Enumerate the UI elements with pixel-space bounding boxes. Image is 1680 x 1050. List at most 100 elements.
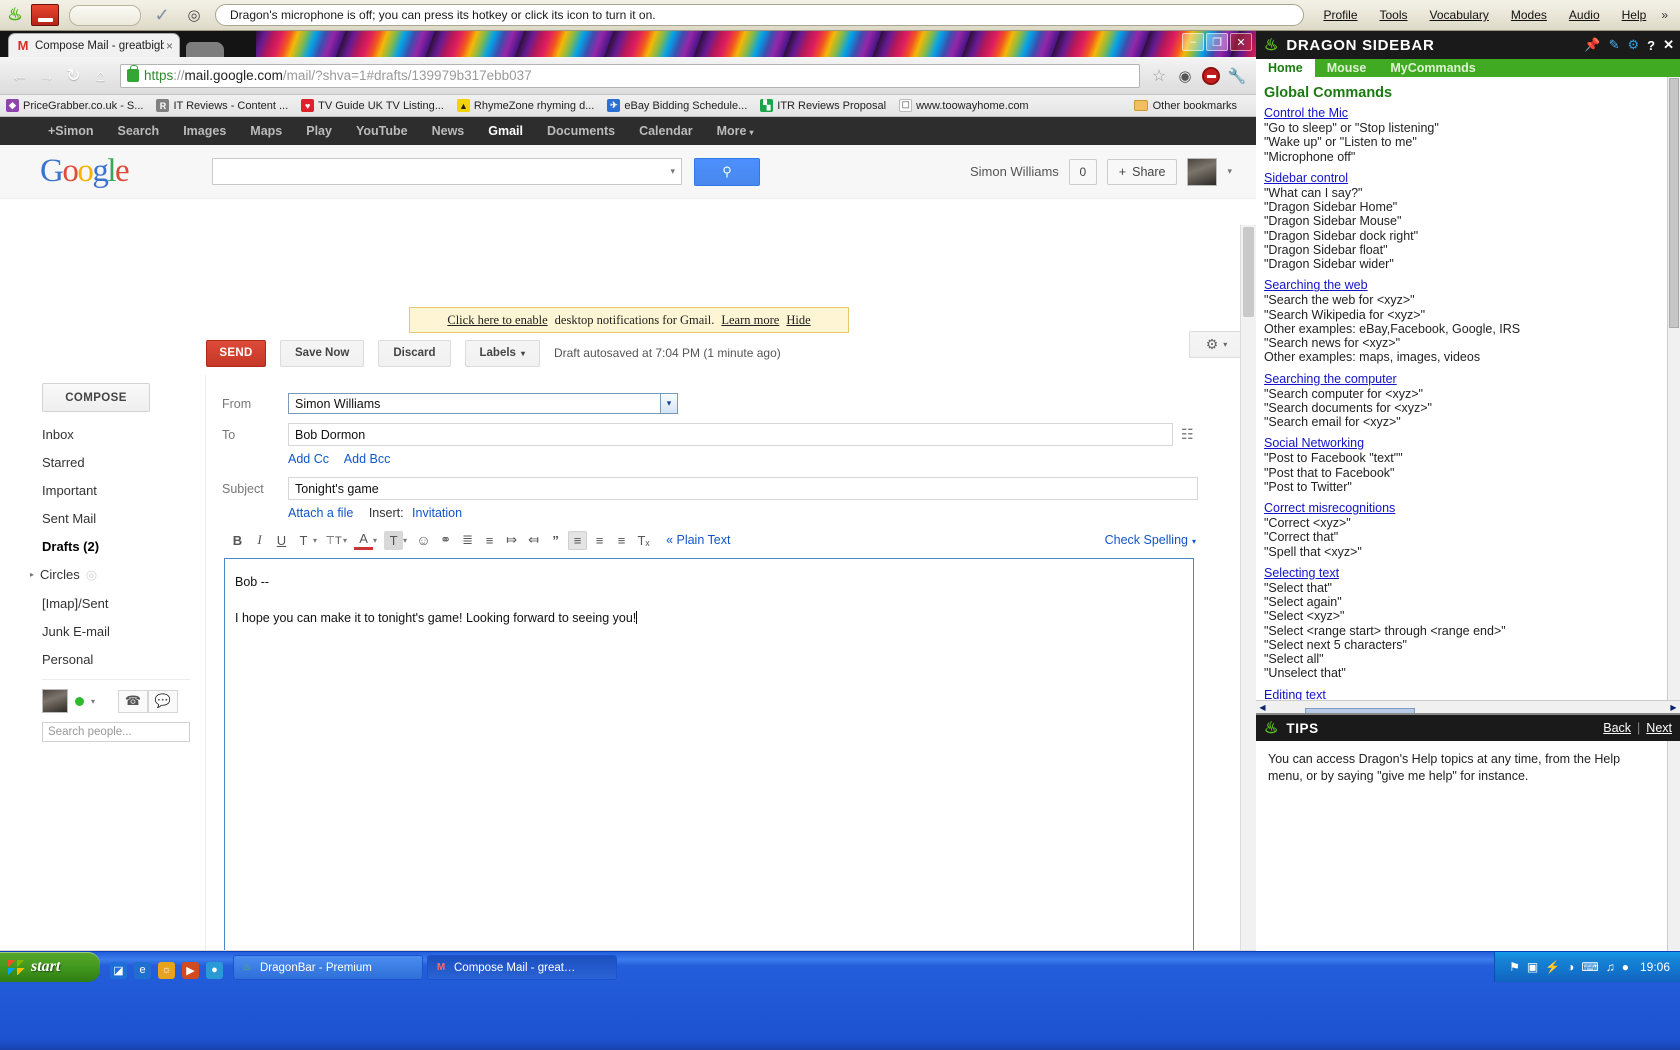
check-icon[interactable]: ✓ <box>147 3 177 27</box>
chevron-down-icon[interactable]: ▾ <box>313 536 317 545</box>
italic-button[interactable]: I <box>250 531 269 550</box>
other-bookmarks-folder[interactable]: Other bookmarks <box>1133 100 1237 112</box>
tips-back-link[interactable]: Back <box>1603 721 1631 735</box>
tab-home[interactable]: Home <box>1256 59 1315 77</box>
font-size-button[interactable]: ⊤T <box>324 531 343 550</box>
insert-invitation-link[interactable]: Invitation <box>412 506 462 520</box>
nav-gmail[interactable]: Gmail <box>476 124 535 138</box>
microphone-toggle-button[interactable] <box>31 4 59 26</box>
link-icon[interactable]: ⚭ <box>436 531 455 550</box>
media-icon[interactable]: ☼ <box>158 961 175 979</box>
nav-news[interactable]: News <box>420 124 477 138</box>
bookmark-item[interactable]: ♥ TV Guide UK TV Listing... <box>301 99 444 112</box>
scrollbar-thumb[interactable] <box>1305 708 1415 713</box>
nav-more[interactable]: More ▾ <box>705 124 766 138</box>
highlight-button[interactable]: T <box>384 530 404 550</box>
internet-explorer-icon[interactable]: e <box>134 961 151 979</box>
remove-formatting-button[interactable]: Tₓ <box>634 531 653 550</box>
outdent-button[interactable]: ⤇ <box>502 531 521 550</box>
sidebar-item-important[interactable]: Important <box>42 476 205 504</box>
add-cc-link[interactable]: Add Cc <box>288 452 329 466</box>
nav-maps[interactable]: Maps <box>238 124 294 138</box>
system-clock[interactable]: 19:06 <box>1640 960 1670 974</box>
tips-scrollbar[interactable] <box>1667 741 1680 951</box>
maximize-button[interactable]: ❐ <box>1206 33 1228 51</box>
chevron-down-icon[interactable]: ▾ <box>343 536 347 545</box>
tray-icon-network[interactable]: ▣ <box>1527 960 1538 974</box>
quick-launch-icon[interactable]: ◪ <box>110 961 127 979</box>
contacts-icon[interactable]: ☷ <box>1181 426 1194 443</box>
chevron-down-icon[interactable]: ▾ <box>403 536 407 545</box>
eye-icon[interactable]: ◉ <box>1172 63 1198 89</box>
emoji-icon[interactable]: ☺ <box>414 531 433 550</box>
pencil-icon[interactable]: ✎ <box>1609 37 1620 53</box>
sidebar-item-personal[interactable]: Personal <box>42 645 205 673</box>
reload-button[interactable]: ↻ <box>60 62 87 89</box>
home-button[interactable]: ⌂ <box>87 62 114 89</box>
menu-profile[interactable]: Profile <box>1312 6 1368 24</box>
group-link-sidebar-control[interactable]: Sidebar control <box>1264 171 1680 185</box>
align-left-button[interactable]: ≡ <box>568 530 588 550</box>
sidebar-item-junk-email[interactable]: Junk E-mail <box>42 617 205 645</box>
sidebar-vertical-scrollbar[interactable] <box>1667 77 1680 700</box>
target-icon[interactable]: ◎ <box>179 3 209 27</box>
tab-mycommands[interactable]: MyCommands <box>1378 59 1487 77</box>
hide-link[interactable]: Hide <box>786 313 810 328</box>
quote-button[interactable]: ” <box>546 531 565 550</box>
sidebar-item-inbox[interactable]: Inbox <box>42 420 205 448</box>
font-family-button[interactable]: T <box>294 531 313 550</box>
help-icon[interactable]: ? <box>1647 38 1655 53</box>
search-input[interactable]: ▾ <box>212 158 682 185</box>
bookmark-item[interactable]: ▲ RhymeZone rhyming d... <box>456 99 594 112</box>
wrench-menu-icon[interactable]: 🔧 <box>1224 63 1250 89</box>
bullet-list-button[interactable]: ≡ <box>480 531 499 550</box>
menu-audio[interactable]: Audio <box>1558 6 1611 24</box>
nav-plus-simon[interactable]: +Simon <box>36 124 106 138</box>
message-body-editor[interactable]: Bob -- I hope you can make it to tonight… <box>224 558 1194 950</box>
nav-images[interactable]: Images <box>171 124 238 138</box>
page-scrollbar[interactable] <box>1240 225 1256 950</box>
from-select[interactable]: Simon Williams ▾ <box>288 393 678 414</box>
sidebar-item-drafts[interactable]: Drafts (2) <box>42 532 205 560</box>
sidebar-item-imap-sent[interactable]: [Imap]/Sent <box>42 589 205 617</box>
scroll-right-icon[interactable]: ▶ <box>1667 703 1680 712</box>
chevron-down-icon[interactable]: ▾ <box>91 697 95 706</box>
stop-extension-icon[interactable] <box>1198 63 1224 89</box>
group-link-social-networking[interactable]: Social Networking <box>1264 436 1680 450</box>
group-link-searching-the-computer[interactable]: Searching the computer <box>1264 372 1680 386</box>
search-button[interactable]: ⚲ <box>694 157 760 186</box>
nav-youtube[interactable]: YouTube <box>344 124 420 138</box>
chevron-down-icon[interactable]: ▾ <box>660 394 677 413</box>
bookmark-item[interactable]: ◆ PriceGrabber.co.uk - S... <box>6 99 143 112</box>
underline-button[interactable]: U <box>272 531 291 550</box>
indent-button[interactable]: ⤆ <box>524 531 543 550</box>
start-button[interactable]: start <box>0 952 100 982</box>
call-phone-icon[interactable]: ☎ <box>118 689 149 713</box>
taskbar-item-chrome[interactable]: M Compose Mail - great… <box>427 955 617 980</box>
chevron-down-icon[interactable]: » <box>1657 6 1676 24</box>
add-bcc-link[interactable]: Add Bcc <box>344 452 391 466</box>
chevron-down-icon[interactable]: ▾ <box>1227 166 1232 177</box>
share-button[interactable]: + Share <box>1106 158 1178 185</box>
address-bar[interactable]: https :// mail.google.com /mail/?shva=1#… <box>120 63 1140 88</box>
numbered-list-button[interactable]: ≣ <box>458 531 477 550</box>
tray-icon-keyboard[interactable]: ⌨ <box>1581 960 1598 974</box>
tips-next-link[interactable]: Next <box>1646 721 1672 735</box>
learn-more-link[interactable]: Learn more <box>721 313 779 328</box>
plain-text-link[interactable]: « Plain Text <box>666 533 730 547</box>
sidebar-item-sent-mail[interactable]: Sent Mail <box>42 504 205 532</box>
bookmark-item[interactable]: ▚ ITR Reviews Proposal <box>760 99 886 112</box>
tray-icon-power[interactable]: ⚡ <box>1545 960 1560 974</box>
align-center-button[interactable]: ≡ <box>590 531 609 550</box>
nav-calendar[interactable]: Calendar <box>627 124 705 138</box>
sidebar-item-circles[interactable]: ▸ Circles ◎ <box>30 560 205 589</box>
app-icon[interactable]: ● <box>206 961 223 979</box>
to-input[interactable]: Bob Dormon <box>288 423 1173 446</box>
nav-play[interactable]: Play <box>294 124 344 138</box>
tray-icon-display[interactable]: ◑ <box>1567 960 1574 974</box>
player-icon[interactable]: ▶ <box>182 961 199 979</box>
nav-search[interactable]: Search <box>106 124 172 138</box>
tab-mouse[interactable]: Mouse <box>1315 59 1379 77</box>
forward-button[interactable]: → <box>33 62 60 89</box>
enable-notifications-link[interactable]: Click here to enable <box>447 313 547 328</box>
